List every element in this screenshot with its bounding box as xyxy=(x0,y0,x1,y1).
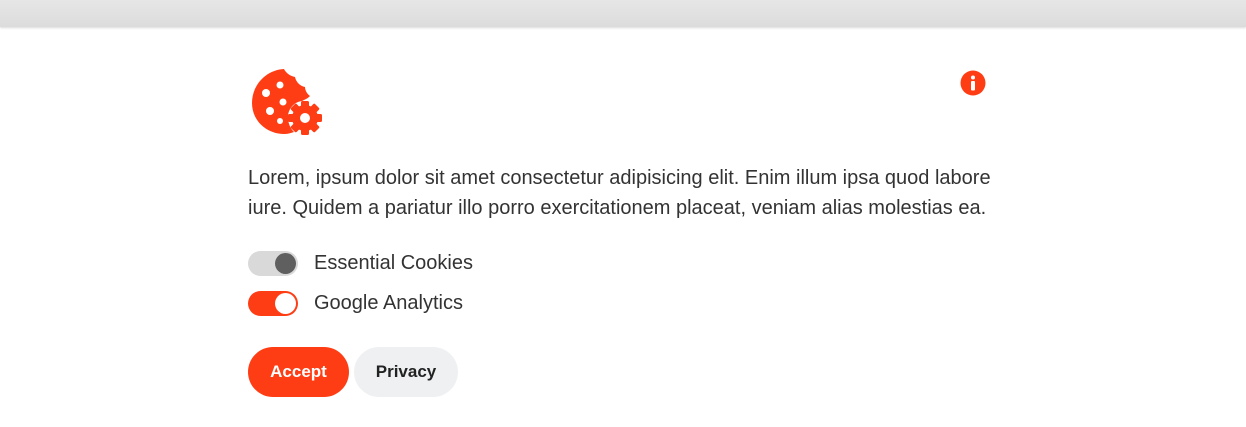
google-analytics-toggle[interactable] xyxy=(248,291,298,316)
essential-cookies-toggle[interactable] xyxy=(248,251,298,276)
essential-cookies-label: Essential Cookies xyxy=(314,252,473,274)
toggle-knob xyxy=(275,293,296,314)
toggle-row-essential-cookies: Essential Cookies xyxy=(248,251,473,276)
privacy-button[interactable]: Privacy xyxy=(354,347,458,397)
info-icon[interactable] xyxy=(960,70,986,96)
cookie-gear-icon xyxy=(252,69,322,135)
google-analytics-label: Google Analytics xyxy=(314,292,463,314)
accept-button[interactable]: Accept xyxy=(248,347,349,397)
consent-description: Lorem, ipsum dolor sit amet consectetur … xyxy=(248,167,991,219)
browser-top-bar xyxy=(0,0,1246,27)
toggle-knob xyxy=(275,253,296,274)
cookie-consent-banner: Lorem, ipsum dolor sit amet consectetur … xyxy=(248,27,996,427)
toggle-row-google-analytics: Google Analytics xyxy=(248,291,463,316)
